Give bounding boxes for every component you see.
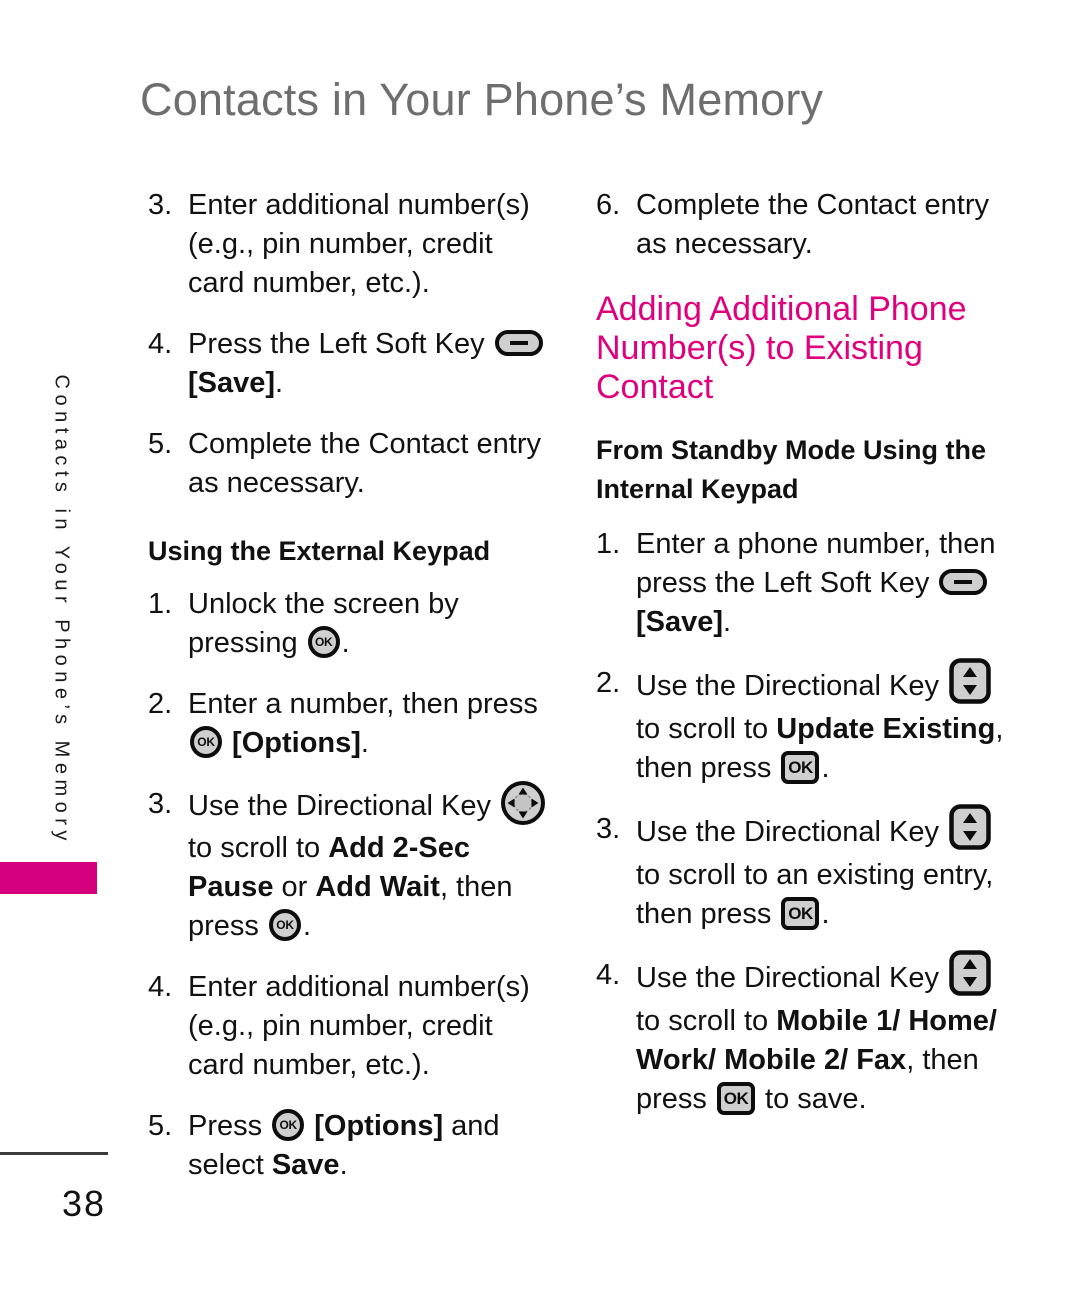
step-text: Use the Directional Key to scroll to an … [636,804,993,930]
step-number: 4. [148,971,173,1003]
ok-square-key-icon: OK [781,750,820,784]
step-text: Enter additional number(s) (e.g., pin nu… [188,971,530,1081]
ok-square-key-icon: OK [781,896,820,930]
left-soft-key-icon [494,330,543,357]
step-item: 3. Use the Directional Key to scroll to A… [148,781,556,946]
step-item: 1. Enter a phone number, then press the L… [596,525,1004,642]
ok-square-key-icon: OK [716,1081,755,1115]
section-heading: Adding Additional Phone Number(s) to Exi… [596,290,967,406]
ok-round-key-icon: OK [268,909,301,942]
ok-round-key-icon: OK [190,726,222,759]
step-number: 6. [596,189,621,221]
step-number: 1. [148,588,173,620]
step-item: 2. Use the Directional Key to scroll to U… [596,658,1004,788]
step-number: 4. [148,328,173,360]
step-text: Use the Directional Key to scroll to Mob… [636,950,997,1115]
step-item: 5. Complete the Contact entry as necessar… [148,425,556,503]
step-text: Press OK [Options] and select Save. [188,1109,500,1181]
step-text: Press the Left Soft Key [Save]. [188,328,545,399]
left-column-steps-continued: 3. Enter additional number(s) (e.g., pin … [148,186,556,503]
step-item: 6. Complete the Contact entry as necessar… [596,186,1004,264]
step-item: 2. Enter a number, then press OK [Options… [148,685,556,763]
emphasis-text: [Save] [636,606,724,638]
step-number: 4. [596,959,621,991]
step-text: Use the Directional Key to scroll to Add… [188,781,547,942]
right-column-steps: 1. Enter a phone number, then press the L… [596,525,1004,1119]
step-text: Complete the Contact entry as necessary. [188,428,542,499]
emphasis-text: Mobile 1/ Home/ Work/ Mobile 2/ Fax [636,1005,997,1076]
footer-divider [0,1152,108,1155]
step-number: 3. [596,813,621,845]
directional-key-updown-icon [949,658,991,704]
ok-round-key-icon: OK [307,626,340,659]
step-number: 2. [596,667,621,699]
step-number: 3. [148,788,173,820]
step-number: 3. [148,189,173,221]
step-item: 4. Press the Left Soft Key [Save]. [148,325,556,403]
ok-round-key-icon: OK [272,1109,305,1142]
step-item: 4. Use the Directional Key to scroll to M… [596,950,1004,1119]
left-column-steps: 1. Unlock the screen by pressing OK. 2. Ent… [148,585,556,1185]
left-column-subheading: Using the External Keypad [148,536,491,566]
step-item: 4. Enter additional number(s) (e.g., pin … [148,968,556,1085]
emphasis-text: Update Existing [776,713,996,745]
step-number: 5. [148,1110,173,1142]
step-text: Unlock the screen by pressing OK. [188,588,459,659]
emphasis-text: Save [271,1149,340,1181]
step-item: 3. Use the Directional Key to scroll to a… [596,804,1004,934]
side-tab-color-block [0,862,97,894]
directional-key-updown-icon [949,950,991,996]
step-text: Enter a phone number, then press the Lef… [636,528,996,638]
step-number: 2. [148,688,173,720]
right-column: 6. Complete the Contact entry as necessar… [596,186,1004,1141]
step-item: 3. Enter additional number(s) (e.g., pin … [148,186,556,303]
right-column-subheading: From Standby Mode Using the Internal Key… [596,435,987,504]
emphasis-text: [Options] [306,1110,444,1142]
side-tab-label: Contacts in Your Phone’s Memory [50,374,73,846]
step-item: 1. Unlock the screen by pressing OK. [148,585,556,663]
directional-key-updown-icon [949,804,991,850]
step-text: Enter additional number(s) (e.g., pin nu… [188,189,530,299]
step-text: Enter a number, then press OK [Options]. [188,688,538,759]
step-number: 5. [148,428,173,460]
page-title: Contacts in Your Phone’s Memory [140,74,824,125]
emphasis-text: [Save] [188,367,276,399]
step-item: 5. Press OK [Options] and select Save. [148,1107,556,1185]
page-number: 38 [62,1183,107,1224]
left-soft-key-icon [939,569,988,596]
step-text: Complete the Contact entry as necessary. [636,189,990,260]
step-text: Use the Directional Key to scroll to Upd… [636,658,1003,784]
step-number: 1. [596,528,621,560]
emphasis-text: Add Wait [315,871,440,903]
left-column: 3. Enter additional number(s) (e.g., pin … [148,186,556,1207]
directional-key-4way-icon [501,781,546,825]
right-column-steps-continued: 6. Complete the Contact entry as necessar… [596,186,1004,264]
emphasis-text: [Options] [224,727,361,759]
